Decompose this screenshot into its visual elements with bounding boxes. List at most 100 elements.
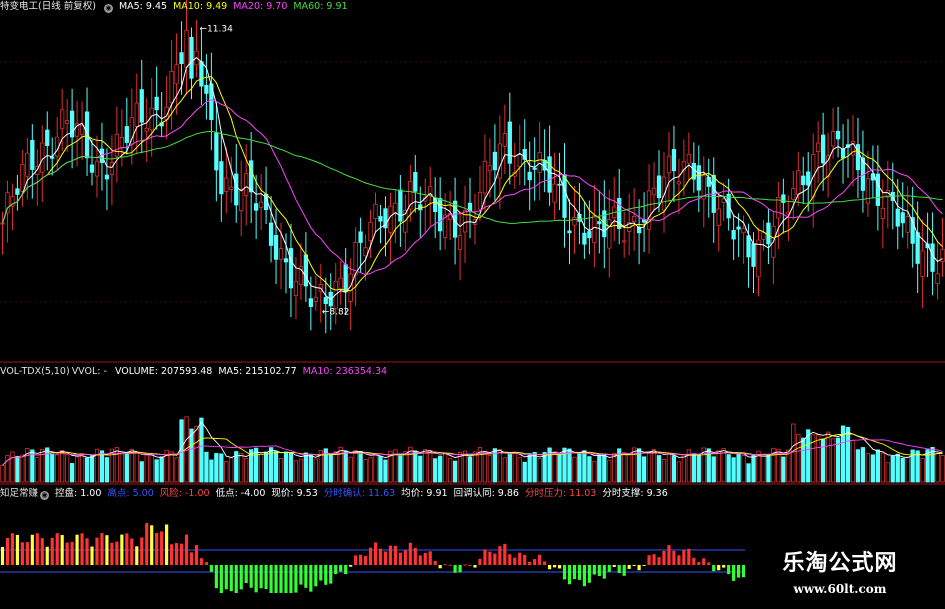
candle [144,127,149,132]
indicator-bar [50,537,54,565]
candle [517,154,522,168]
candle [368,221,373,242]
indicator-bar [95,537,99,565]
indicator-bar [712,565,716,572]
volume-bar [482,450,488,483]
volume-bar [671,455,677,483]
volume-bar [209,459,214,483]
indicator-bar [125,533,129,565]
candle [244,173,249,196]
volume-bar [751,455,756,483]
candle [229,186,234,190]
indicator-bar [378,548,383,565]
volume-bar [50,454,55,483]
intraday-pressure-readout: 分时压力: 11.03 [524,488,597,499]
candle [258,201,264,208]
indicator-bar [642,565,646,566]
volume-bar [10,451,15,483]
volume-bar [368,457,373,483]
candle [303,254,309,287]
settings-icon[interactable]: ◉ [40,491,50,500]
indicator-bar [408,542,412,565]
indicator-bar [612,565,616,567]
volume-bar [333,451,338,483]
volume-bar [244,457,249,483]
indicator-bar [682,549,686,565]
volume-bar [816,434,821,483]
indicator-bar [344,565,348,575]
volume-bar [398,455,403,483]
stock-chart[interactable]: ←11.34 ←8.82 [0,0,945,609]
candlestick-series [0,0,945,334]
volume-bar [428,449,433,483]
candle [457,235,463,250]
indicator-bar [602,565,606,579]
high-price-label: ←11.34 [199,25,233,35]
volume-bar [681,453,687,483]
indicator-bar [269,565,273,593]
candle [65,120,70,124]
indicator-bar [438,565,442,569]
settings-icon[interactable]: ◉ [103,4,113,13]
volume-bar [383,459,388,483]
volume-bar [69,463,75,483]
watermark-url: www.60lt.com [793,582,887,596]
candle [821,134,826,164]
candle [572,217,577,226]
indicator-bar [398,552,402,565]
volume-bar [79,453,85,483]
volume-bar [84,457,90,483]
candle [45,129,50,146]
candle [278,248,284,260]
volume-bar [174,457,179,483]
volume-bar [880,452,885,483]
volume-bar [741,455,746,483]
volume-bar [60,450,65,483]
indicator-bar [0,547,5,565]
volume-bar [572,456,577,483]
indicator-bar [373,542,378,565]
candle [119,137,124,148]
watermark: 乐淘公式网 www.60lt.com [745,548,935,608]
ma20-readout: MA20: 9.70 [233,1,288,12]
volume-bar [472,451,478,483]
candle [40,142,45,173]
volume-bar [915,450,920,483]
candle [557,183,562,186]
indicator-bar [324,565,328,585]
volume-bar [825,431,831,483]
indicator-bar [349,565,353,567]
volume-bar [408,446,413,483]
candle [109,162,115,175]
volume-bar [303,452,309,483]
candle [806,171,811,186]
indicator-bar [224,565,228,590]
volume-bar [855,449,861,483]
volume-bar [134,452,139,483]
indicator-bar [110,542,114,565]
candle [632,215,637,222]
indicator-bar [194,545,199,565]
volume-bar [194,425,199,483]
candle [796,170,801,195]
volume-bar [920,457,925,483]
current-price-readout: 现价: 9.53 [271,488,318,499]
volume-bar [438,455,443,483]
volume-bar [353,450,358,483]
indicator-bar [473,565,477,568]
candle [234,173,239,206]
candle [89,164,95,173]
indicator-bar [209,565,213,572]
volume-bar [905,456,910,483]
ma5-readout: MA5: 9.45 [118,1,168,12]
candle [199,61,204,87]
volume-bar [592,460,597,483]
candle [288,248,294,289]
candle [880,207,885,219]
volume-bar [781,456,786,483]
indicator-bar [55,533,59,565]
volume-bar [74,456,80,483]
indicator-bar [632,565,636,567]
volume-bar [577,452,582,483]
candle [716,208,721,226]
